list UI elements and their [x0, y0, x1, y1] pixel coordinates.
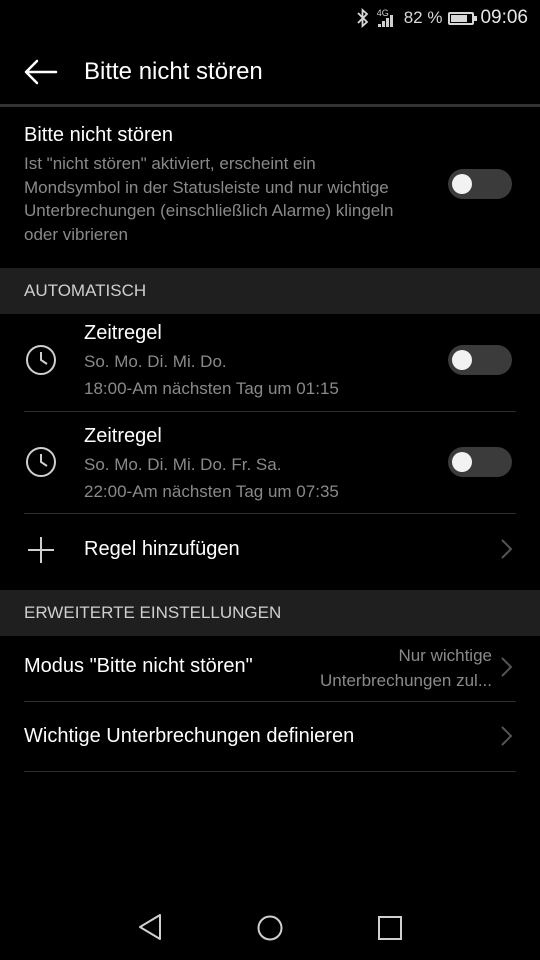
battery-percent: 82 % [403, 8, 443, 27]
clock-icon [26, 447, 56, 477]
app-bar: Bitte nicht stören [0, 36, 540, 106]
toggle-knob [452, 452, 472, 472]
bluetooth-icon [357, 8, 369, 28]
navigation-bar [0, 898, 540, 960]
dnd-title: Bitte nicht stören [24, 124, 173, 146]
rule-days: So. Mo. Di. Mi. Do. Fr. Sa. [84, 455, 282, 474]
rule-title: Zeitregel [84, 322, 162, 344]
status-clock: 09:06 [480, 7, 528, 28]
dnd-mode-value: Nur wichtige Unterbrechungen zul... [292, 643, 492, 693]
important-interruptions-label: Wichtige Unterbrechungen definieren [24, 725, 355, 747]
plus-icon [28, 537, 54, 563]
divider [24, 771, 516, 772]
status-bar: 4G 82 % 09:06 [0, 0, 540, 36]
add-rule-label: Regel hinzufügen [84, 538, 240, 560]
signal-icon: 4G [376, 8, 398, 28]
rule-toggle[interactable] [448, 345, 512, 375]
dnd-mode-label: Modus "Bitte nicht stören" [24, 655, 253, 677]
toggle-knob [452, 350, 472, 370]
chevron-right-icon [501, 657, 513, 677]
dnd-mode-value-line2: Unterbrechungen zul... [320, 671, 492, 690]
status-icons: 4G 82 % 09:06 [356, 6, 528, 30]
nav-home-icon[interactable] [256, 914, 284, 942]
rule-toggle[interactable] [448, 447, 512, 477]
rule-title: Zeitregel [84, 425, 162, 447]
rule-time: 18:00-Am nächsten Tag um 01:15 [84, 379, 339, 398]
dnd-mode-value-line1: Nur wichtige [398, 646, 492, 665]
page-title: Bitte nicht stören [84, 58, 263, 85]
chevron-right-icon [501, 726, 513, 746]
chevron-right-icon [501, 539, 513, 559]
clock-icon [26, 345, 56, 375]
dnd-description: Ist "nicht stören" aktiviert, erscheint … [24, 154, 394, 244]
nav-back-icon[interactable] [136, 912, 164, 942]
app-bar-divider [0, 104, 540, 107]
nav-recent-apps-icon[interactable] [377, 915, 403, 941]
battery-icon [448, 11, 478, 25]
add-rule-row[interactable] [0, 514, 540, 584]
dnd-toggle[interactable] [448, 169, 512, 199]
rule-time: 22:00-Am nächsten Tag um 07:35 [84, 482, 339, 501]
arrow-left-icon[interactable] [18, 52, 64, 92]
section-header-advanced: ERWEITERTE EINSTELLUNGEN [0, 590, 540, 636]
toggle-knob [452, 174, 472, 194]
rule-days: So. Mo. Di. Mi. Do. [84, 352, 227, 371]
section-header-automatic: AUTOMATISCH [0, 268, 540, 314]
